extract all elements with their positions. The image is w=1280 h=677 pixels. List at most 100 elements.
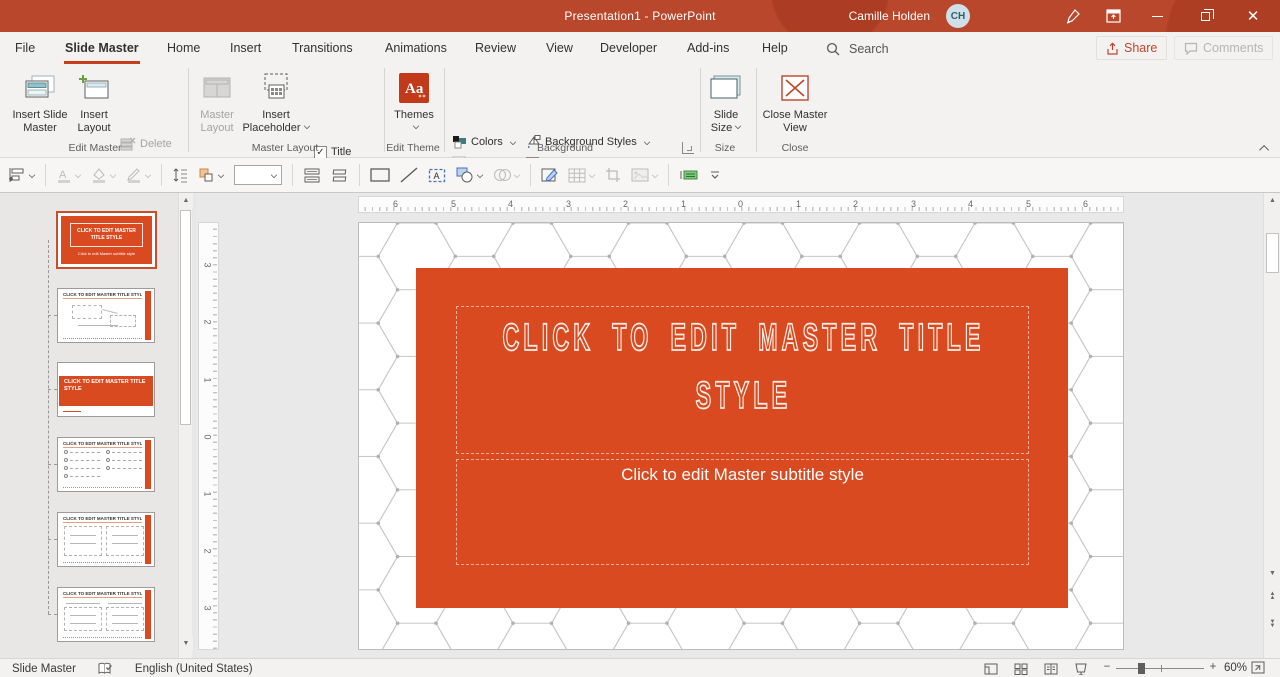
comments-button[interactable]: Comments	[1174, 36, 1273, 60]
crop-button[interactable]	[605, 163, 621, 187]
thumbnail-layout-3[interactable]: CLICK TO EDIT MASTER TITLE STYLE	[57, 437, 155, 492]
zoom-in-button[interactable]: +	[1206, 661, 1220, 676]
tab-animations[interactable]: Animations	[382, 32, 450, 64]
arrange-shapes-button[interactable]	[198, 163, 224, 187]
scroll-down-arrow[interactable]: ▼	[179, 636, 193, 651]
zoom-level-label[interactable]: 60%	[1224, 662, 1247, 674]
tab-file[interactable]: File	[12, 32, 38, 64]
align-objects-button[interactable]	[8, 163, 35, 187]
tab-review[interactable]: Review	[472, 32, 519, 64]
slide-sorter-view-button[interactable]	[1010, 661, 1032, 676]
thumb-sketch	[64, 526, 102, 556]
close-button[interactable]: ✕	[1236, 0, 1270, 32]
thumbnail-layout-2[interactable]: CLICK TO EDIT MASTER TITLE STYLE	[57, 362, 155, 417]
zoom-slider-thumb[interactable]	[1138, 663, 1145, 674]
ribbon-display-options-icon[interactable]	[1096, 0, 1130, 32]
zoom-out-button[interactable]: −	[1100, 661, 1114, 676]
avatar[interactable]: CH	[946, 4, 970, 28]
toolbar-separator	[530, 164, 531, 186]
distribute-columns-button[interactable]	[331, 163, 349, 187]
slide-editing-canvas[interactable]: CLICK TO EDIT MASTER TITLE STYLE Click t…	[358, 222, 1124, 650]
thumb-footer-line	[63, 637, 142, 638]
thumb-sketch	[112, 543, 138, 544]
chevron-down-icon	[589, 172, 595, 178]
tab-insert[interactable]: Insert	[227, 32, 264, 64]
chevron-down-icon	[218, 172, 224, 178]
merge-shapes-icon	[493, 168, 511, 182]
scroll-down-arrow[interactable]: ▼	[1264, 566, 1280, 581]
spell-check-icon[interactable]	[98, 662, 113, 675]
chevron-down-icon	[514, 172, 520, 178]
font-color-button[interactable]: A	[56, 163, 81, 187]
shape-fill-button[interactable]	[91, 163, 116, 187]
slideshow-view-button[interactable]	[1070, 661, 1092, 676]
thumbnail-master-slide[interactable]: CLICK TO EDIT MASTER TITLE STYLE Click t…	[56, 211, 157, 269]
picture-button[interactable]	[631, 163, 658, 187]
search-input[interactable]: Search	[826, 37, 889, 60]
chevron-down-icon	[75, 172, 81, 178]
scroll-up-arrow[interactable]: ▲	[179, 193, 193, 208]
selection-pane-icon	[679, 168, 699, 182]
share-button[interactable]: Share	[1096, 36, 1167, 60]
chevron-down-icon	[652, 172, 658, 178]
tab-developer[interactable]: Developer	[597, 32, 660, 64]
thumb-sketch	[64, 458, 68, 462]
language-label[interactable]: English (United States)	[135, 663, 253, 675]
insert-placeholder-icon	[261, 69, 291, 107]
next-slide-button[interactable]: ▼▼	[1264, 617, 1280, 631]
title-slide-accent-block[interactable]: CLICK TO EDIT MASTER TITLE STYLE Click t…	[416, 268, 1068, 608]
chevron-down-icon	[412, 123, 418, 129]
tab-help[interactable]: Help	[759, 32, 791, 64]
text-box-button[interactable]: A	[428, 163, 446, 187]
thumbnail-panel-scrollbar[interactable]: ▲ ▼	[178, 193, 192, 658]
thumbnail-layout-5[interactable]: CLICK TO EDIT MASTER TITLE STYLE	[57, 587, 155, 642]
background-dialog-launcher[interactable]	[682, 142, 694, 154]
merge-shapes-button[interactable]	[493, 163, 520, 187]
normal-view-button[interactable]	[980, 661, 1002, 676]
collapse-ribbon-button[interactable]	[1256, 141, 1274, 155]
scroll-up-arrow[interactable]: ▲	[1264, 193, 1280, 208]
chevron-down-icon	[644, 139, 650, 145]
shapes-button[interactable]	[456, 163, 483, 187]
distribute-rows-button[interactable]	[303, 163, 321, 187]
tab-home[interactable]: Home	[164, 32, 203, 64]
crop-icon	[605, 167, 621, 183]
tab-slide-master[interactable]: Slide Master	[62, 32, 142, 64]
ink-pen-icon[interactable]	[1056, 0, 1090, 32]
selection-pane-button[interactable]	[679, 163, 699, 187]
line-shape-button[interactable]	[400, 163, 418, 187]
master-subtitle-placeholder[interactable]: Click to edit Master subtitle style	[456, 459, 1029, 565]
scrollbar-thumb[interactable]	[180, 210, 191, 425]
tab-view[interactable]: View	[543, 32, 576, 64]
rectangle-shape-button[interactable]	[370, 163, 390, 187]
restore-button[interactable]	[1188, 0, 1222, 32]
thumb-sketch	[108, 603, 142, 604]
thumb-sketch	[112, 615, 138, 616]
reading-view-button[interactable]	[1040, 661, 1062, 676]
close-master-view-icon	[780, 69, 810, 107]
canvas-vertical-scrollbar[interactable]: ▲ ▼ ▲▲ ▼▼	[1263, 193, 1280, 658]
previous-slide-button[interactable]: ▲▲	[1264, 589, 1280, 603]
fit-slide-to-window-button[interactable]	[1251, 661, 1265, 674]
thumb-accent-bar	[145, 291, 151, 340]
master-title-placeholder[interactable]: CLICK TO EDIT MASTER TITLE STYLE	[456, 306, 1029, 454]
table-button[interactable]	[568, 163, 595, 187]
thumbnail-layout-4[interactable]: CLICK TO EDIT MASTER TITLE STYLE	[57, 512, 155, 567]
font-size-combobox[interactable]	[234, 165, 282, 185]
shape-outline-button[interactable]	[126, 163, 151, 187]
scrollbar-thumb[interactable]	[1266, 233, 1279, 273]
tab-add-ins[interactable]: Add-ins	[684, 32, 732, 64]
edit-shape-button[interactable]	[541, 163, 558, 187]
toolbar-more-commands-button[interactable]	[709, 163, 721, 187]
master-layout-icon	[202, 69, 232, 107]
zoom-slider-track[interactable]	[1116, 668, 1204, 669]
line-spacing-button[interactable]	[172, 163, 188, 187]
tab-transitions[interactable]: Transitions	[289, 32, 356, 64]
connector-stub	[48, 614, 57, 615]
share-icon	[1106, 42, 1119, 55]
comment-icon	[1184, 42, 1198, 55]
thumbnail-layout-1[interactable]: CLICK TO EDIT MASTER TITLE STYLE	[57, 288, 155, 343]
thumb-sketch	[112, 623, 138, 624]
minimize-button[interactable]	[1140, 0, 1174, 32]
shape-fill-icon	[91, 167, 107, 183]
